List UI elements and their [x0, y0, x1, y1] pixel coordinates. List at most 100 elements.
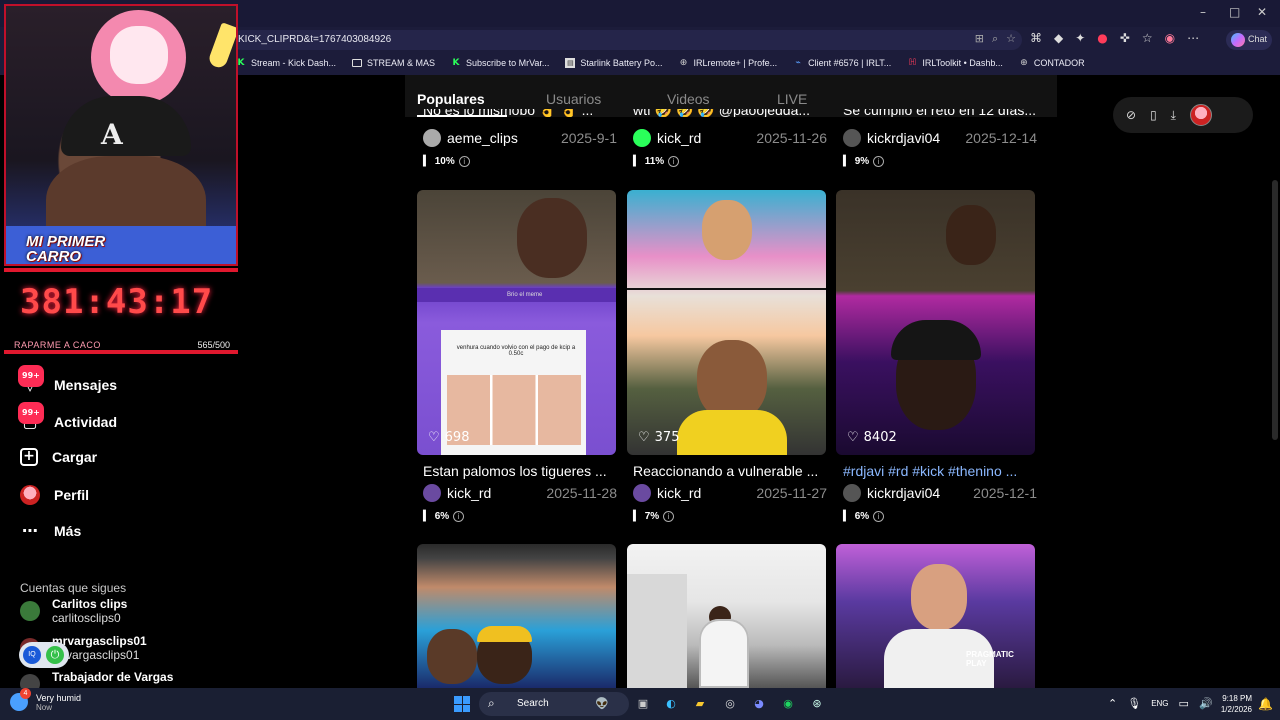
video-card[interactable]: [417, 544, 616, 688]
irltoolkit-icon: ℍ: [908, 58, 917, 68]
avatar[interactable]: [843, 129, 861, 147]
chevron-up-icon[interactable]: ⌃: [1108, 697, 1117, 710]
bar-chart-icon: ▍: [633, 511, 641, 522]
view-percent: ▍ 10% i: [423, 156, 470, 167]
avatar[interactable]: [423, 129, 441, 147]
video-card[interactable]: [627, 544, 826, 688]
puzzle-icon[interactable]: ✜: [1120, 31, 1130, 45]
bookmark-item[interactable]: ⊕ IRLremote+ | Profe...: [678, 55, 777, 71]
view-percent: ▍ 7% i: [633, 511, 675, 522]
discord-icon[interactable]: ◕: [750, 695, 768, 713]
start-button[interactable]: [454, 696, 470, 712]
video-title[interactable]: wtf 🤣 🤣 🤣 @paoojedda...: [633, 109, 827, 117]
bookmark-item[interactable]: ▤ Starlink Battery Po...: [565, 55, 662, 71]
extension-icon[interactable]: ●: [1097, 31, 1107, 45]
bookmark-item[interactable]: K Stream - Kick Dash...: [236, 55, 337, 71]
sidebar-item-actividad[interactable]: ▢99+ Actividad: [18, 402, 117, 432]
url-text[interactable]: KICK_CLIPRD&t=1767403084926: [238, 34, 391, 45]
avatar[interactable]: [633, 484, 651, 502]
info-icon[interactable]: i: [663, 511, 675, 522]
task-view-icon[interactable]: ▣: [634, 695, 652, 713]
car-banner: MI PRIMER CARRO: [26, 233, 106, 265]
sidebar-item-cargar[interactable]: + Cargar: [20, 448, 97, 466]
video-meta: kick_rd 2025-11-26: [633, 129, 827, 147]
video-card[interactable]: ♡ 375: [627, 190, 826, 455]
video-title[interactable]: No es lo mismobo 👌 👌 ...: [423, 109, 617, 117]
extension-icon[interactable]: ◆: [1054, 31, 1063, 45]
close-button[interactable]: ✕: [1257, 5, 1267, 19]
avatar[interactable]: [1189, 104, 1212, 126]
alien-icon[interactable]: 👽: [593, 695, 611, 713]
tab-populares[interactable]: Populares: [417, 91, 485, 107]
avatar[interactable]: [843, 484, 861, 502]
split-screen-icon[interactable]: ⊞: [975, 32, 984, 46]
microphone-icon[interactable]: 🎙: [1127, 697, 1141, 710]
app-icon[interactable]: ◎: [721, 695, 739, 713]
minimize-button[interactable]: –: [1200, 5, 1206, 19]
language-indicator[interactable]: ENG: [1151, 699, 1168, 710]
tab-videos[interactable]: Videos: [667, 91, 710, 107]
copilot-chat-button[interactable]: Chat: [1226, 30, 1272, 50]
weather-icon: 4: [10, 688, 31, 711]
bookmark-item[interactable]: STREAM & MAS: [352, 55, 435, 71]
bookmark-item[interactable]: ℍ IRLToolkit • Dashb...: [907, 55, 1002, 71]
profile-avatar: [20, 485, 40, 505]
steam-icon[interactable]: ⊛: [808, 695, 826, 713]
video-title[interactable]: Se cumplió el reto en 12 días...: [843, 109, 1037, 117]
more-icon[interactable]: ⋯: [1187, 31, 1199, 45]
like-count: ♡ 375: [638, 430, 680, 445]
extension-icon[interactable]: ⌘: [1030, 31, 1042, 45]
info-icon[interactable]: i: [668, 156, 680, 167]
sidebar-item-mensajes[interactable]: ▽99+ Mensajes: [18, 365, 117, 395]
address-bar[interactable]: KICK_CLIPRD&t=1767403084926 ⊞ ⌕ ☆: [232, 30, 1022, 50]
video-card[interactable]: PRAGMATIC PLAY: [836, 544, 1035, 688]
bookmark-item[interactable]: ⌁ Client #6576 | IRLT...: [793, 55, 891, 71]
weather-widget[interactable]: 4 Very humid Now: [10, 688, 81, 712]
phone-icon[interactable]: ▯: [1150, 108, 1157, 122]
tab-usuarios[interactable]: Usuarios: [546, 91, 601, 107]
profile-icon[interactable]: ◉: [1165, 31, 1175, 45]
thumbnail-person: [427, 629, 477, 684]
sidebar-item-perfil[interactable]: Perfil: [20, 485, 89, 505]
edge-icon[interactable]: ◐: [662, 695, 680, 713]
bar-chart-icon: ▍: [843, 511, 851, 522]
coin-icon[interactable]: ⊘: [1126, 108, 1136, 122]
tab-live[interactable]: LIVE: [777, 91, 807, 107]
volume-icon[interactable]: 🔊: [1199, 697, 1213, 710]
spotify-icon[interactable]: ◉: [779, 695, 797, 713]
video-card[interactable]: Brio el meme venhura cuando volvio con e…: [417, 190, 616, 455]
avatar: [20, 601, 40, 621]
extension-icon[interactable]: ✦: [1075, 31, 1085, 45]
star-icon[interactable]: ☆: [1006, 32, 1016, 46]
info-icon[interactable]: i: [453, 511, 465, 522]
maximize-button[interactable]: □: [1229, 5, 1240, 19]
bookmark-item[interactable]: ⊕ CONTADOR: [1019, 55, 1085, 71]
clock[interactable]: 9:18 PM 1/2/2026: [1214, 693, 1252, 715]
info-icon[interactable]: i: [458, 156, 470, 167]
avatar[interactable]: [633, 129, 651, 147]
favorites-icon[interactable]: ☆: [1142, 31, 1153, 45]
file-explorer-icon[interactable]: ▰: [691, 695, 709, 713]
folder-icon: [352, 59, 363, 67]
sidebar-item-mas[interactable]: ⋯ Más: [20, 521, 81, 541]
video-title[interactable]: Reaccionando a vulnerable ...: [633, 463, 827, 479]
notification-icon[interactable]: 🔔: [1258, 697, 1273, 711]
bookmark-item[interactable]: K Subscribe to MrVar...: [451, 55, 550, 71]
floating-widget[interactable]: IQ ⏻: [19, 642, 69, 668]
network-icon[interactable]: ▭: [1179, 697, 1189, 710]
bar-chart-icon: ▍: [633, 156, 641, 167]
download-icon[interactable]: ⤓: [1171, 108, 1176, 123]
following-item[interactable]: Carlitos clips carlitosclips0: [20, 597, 127, 625]
following-title: Cuentas que sigues: [20, 581, 127, 595]
video-title[interactable]: Estan palomos los tigueres ...: [423, 463, 617, 479]
info-icon[interactable]: i: [873, 156, 885, 167]
zoom-icon[interactable]: ⌕: [992, 32, 998, 46]
avatar[interactable]: [423, 484, 441, 502]
view-percent: ▍ 6% i: [423, 511, 465, 522]
info-icon[interactable]: i: [873, 511, 885, 522]
bar-chart-icon: ▍: [843, 156, 851, 167]
video-title[interactable]: #rdjavi #rd #kick #thenino ...: [843, 463, 1037, 479]
video-card[interactable]: ♡ 8402: [836, 190, 1035, 455]
page-icon: ▤: [565, 58, 576, 68]
scrollbar[interactable]: [1272, 180, 1278, 440]
